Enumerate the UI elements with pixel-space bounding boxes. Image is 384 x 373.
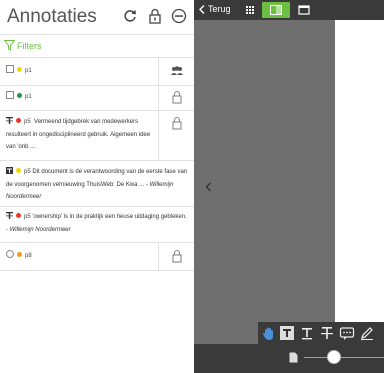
- back-button[interactable]: Terug: [197, 2, 233, 18]
- annotation-page: p5: [24, 169, 31, 175]
- panel-title: Annotaties: [7, 6, 97, 27]
- annotation-item[interactable]: p5 'ownership' is in de praktijk een heu…: [0, 206, 194, 243]
- annotation-toolbar: [258, 322, 384, 344]
- back-label: Terug: [208, 4, 231, 14]
- viewer-toolbar: Terug: [194, 0, 384, 20]
- color-dot: [16, 168, 21, 173]
- page-icon: [289, 352, 298, 363]
- annotation-author: Willemijn Noordermeer: [9, 226, 71, 233]
- annotation-page: p1: [25, 94, 32, 100]
- window-icon[interactable]: [296, 2, 312, 18]
- comment-icon[interactable]: [339, 325, 355, 341]
- annotation-page: p1: [25, 68, 32, 74]
- page-slider-bar: [194, 344, 384, 373]
- hand-icon[interactable]: [261, 325, 277, 341]
- previous-page-icon[interactable]: [205, 182, 212, 192]
- refresh-icon[interactable]: [122, 8, 138, 24]
- strikethrough-icon: [6, 117, 13, 124]
- annotation-page: p8: [25, 253, 32, 259]
- lock-icon[interactable]: [147, 8, 163, 24]
- underline-icon[interactable]: [299, 325, 315, 341]
- panel-header: Annotaties: [0, 0, 194, 35]
- annotation-checkbox[interactable]: [6, 65, 14, 73]
- color-dot: [17, 67, 22, 72]
- color-dot: [17, 252, 22, 257]
- lock-icon[interactable]: [170, 249, 184, 263]
- filters-bar[interactable]: Filters: [0, 35, 194, 58]
- annotation-checkbox[interactable]: [6, 91, 14, 99]
- text-icon[interactable]: [279, 325, 295, 341]
- annotation-item[interactable]: p5 Dit document is de verantwoording van…: [0, 160, 194, 207]
- lock-icon[interactable]: [170, 90, 184, 104]
- annotation-page: p5: [24, 214, 31, 220]
- lock-icon[interactable]: [170, 116, 184, 130]
- annotation-item[interactable]: p8: [0, 242, 194, 271]
- filter-icon: [4, 40, 15, 51]
- grid-icon[interactable]: [242, 2, 258, 18]
- color-dot: [16, 213, 21, 218]
- strikethrough-icon: [6, 212, 13, 219]
- panel-icon: [270, 5, 282, 15]
- page-slider-track[interactable]: [304, 357, 384, 358]
- document-viewer: Terug: [194, 0, 384, 373]
- annotation-item[interactable]: p1: [0, 85, 194, 111]
- annotation-item[interactable]: p5 Vermeend tijdgebrek van medewerkers r…: [0, 110, 194, 161]
- sidebar-toggle-button[interactable]: [262, 2, 290, 18]
- strikethrough-icon[interactable]: [319, 325, 335, 341]
- page-slider-thumb[interactable]: [327, 350, 341, 364]
- annotations-panel: Annotaties Filters p1 p1 p5 Vermeend tij…: [0, 0, 195, 373]
- users-icon[interactable]: [170, 64, 184, 78]
- annotation-radio[interactable]: [6, 250, 14, 258]
- color-dot: [16, 118, 21, 123]
- annotation-text: 'ownership' is in de praktijk een heuse …: [32, 214, 187, 220]
- annotation-page: p5: [24, 119, 31, 125]
- document-page: [335, 20, 384, 344]
- filters-label: Filters: [17, 41, 42, 51]
- color-dot: [17, 93, 22, 98]
- highlight-text-icon: [6, 167, 13, 174]
- minus-circle-icon[interactable]: [171, 8, 187, 24]
- chevron-left-icon: [199, 5, 205, 14]
- annotation-item[interactable]: p1: [0, 57, 194, 86]
- pen-icon[interactable]: [359, 325, 375, 341]
